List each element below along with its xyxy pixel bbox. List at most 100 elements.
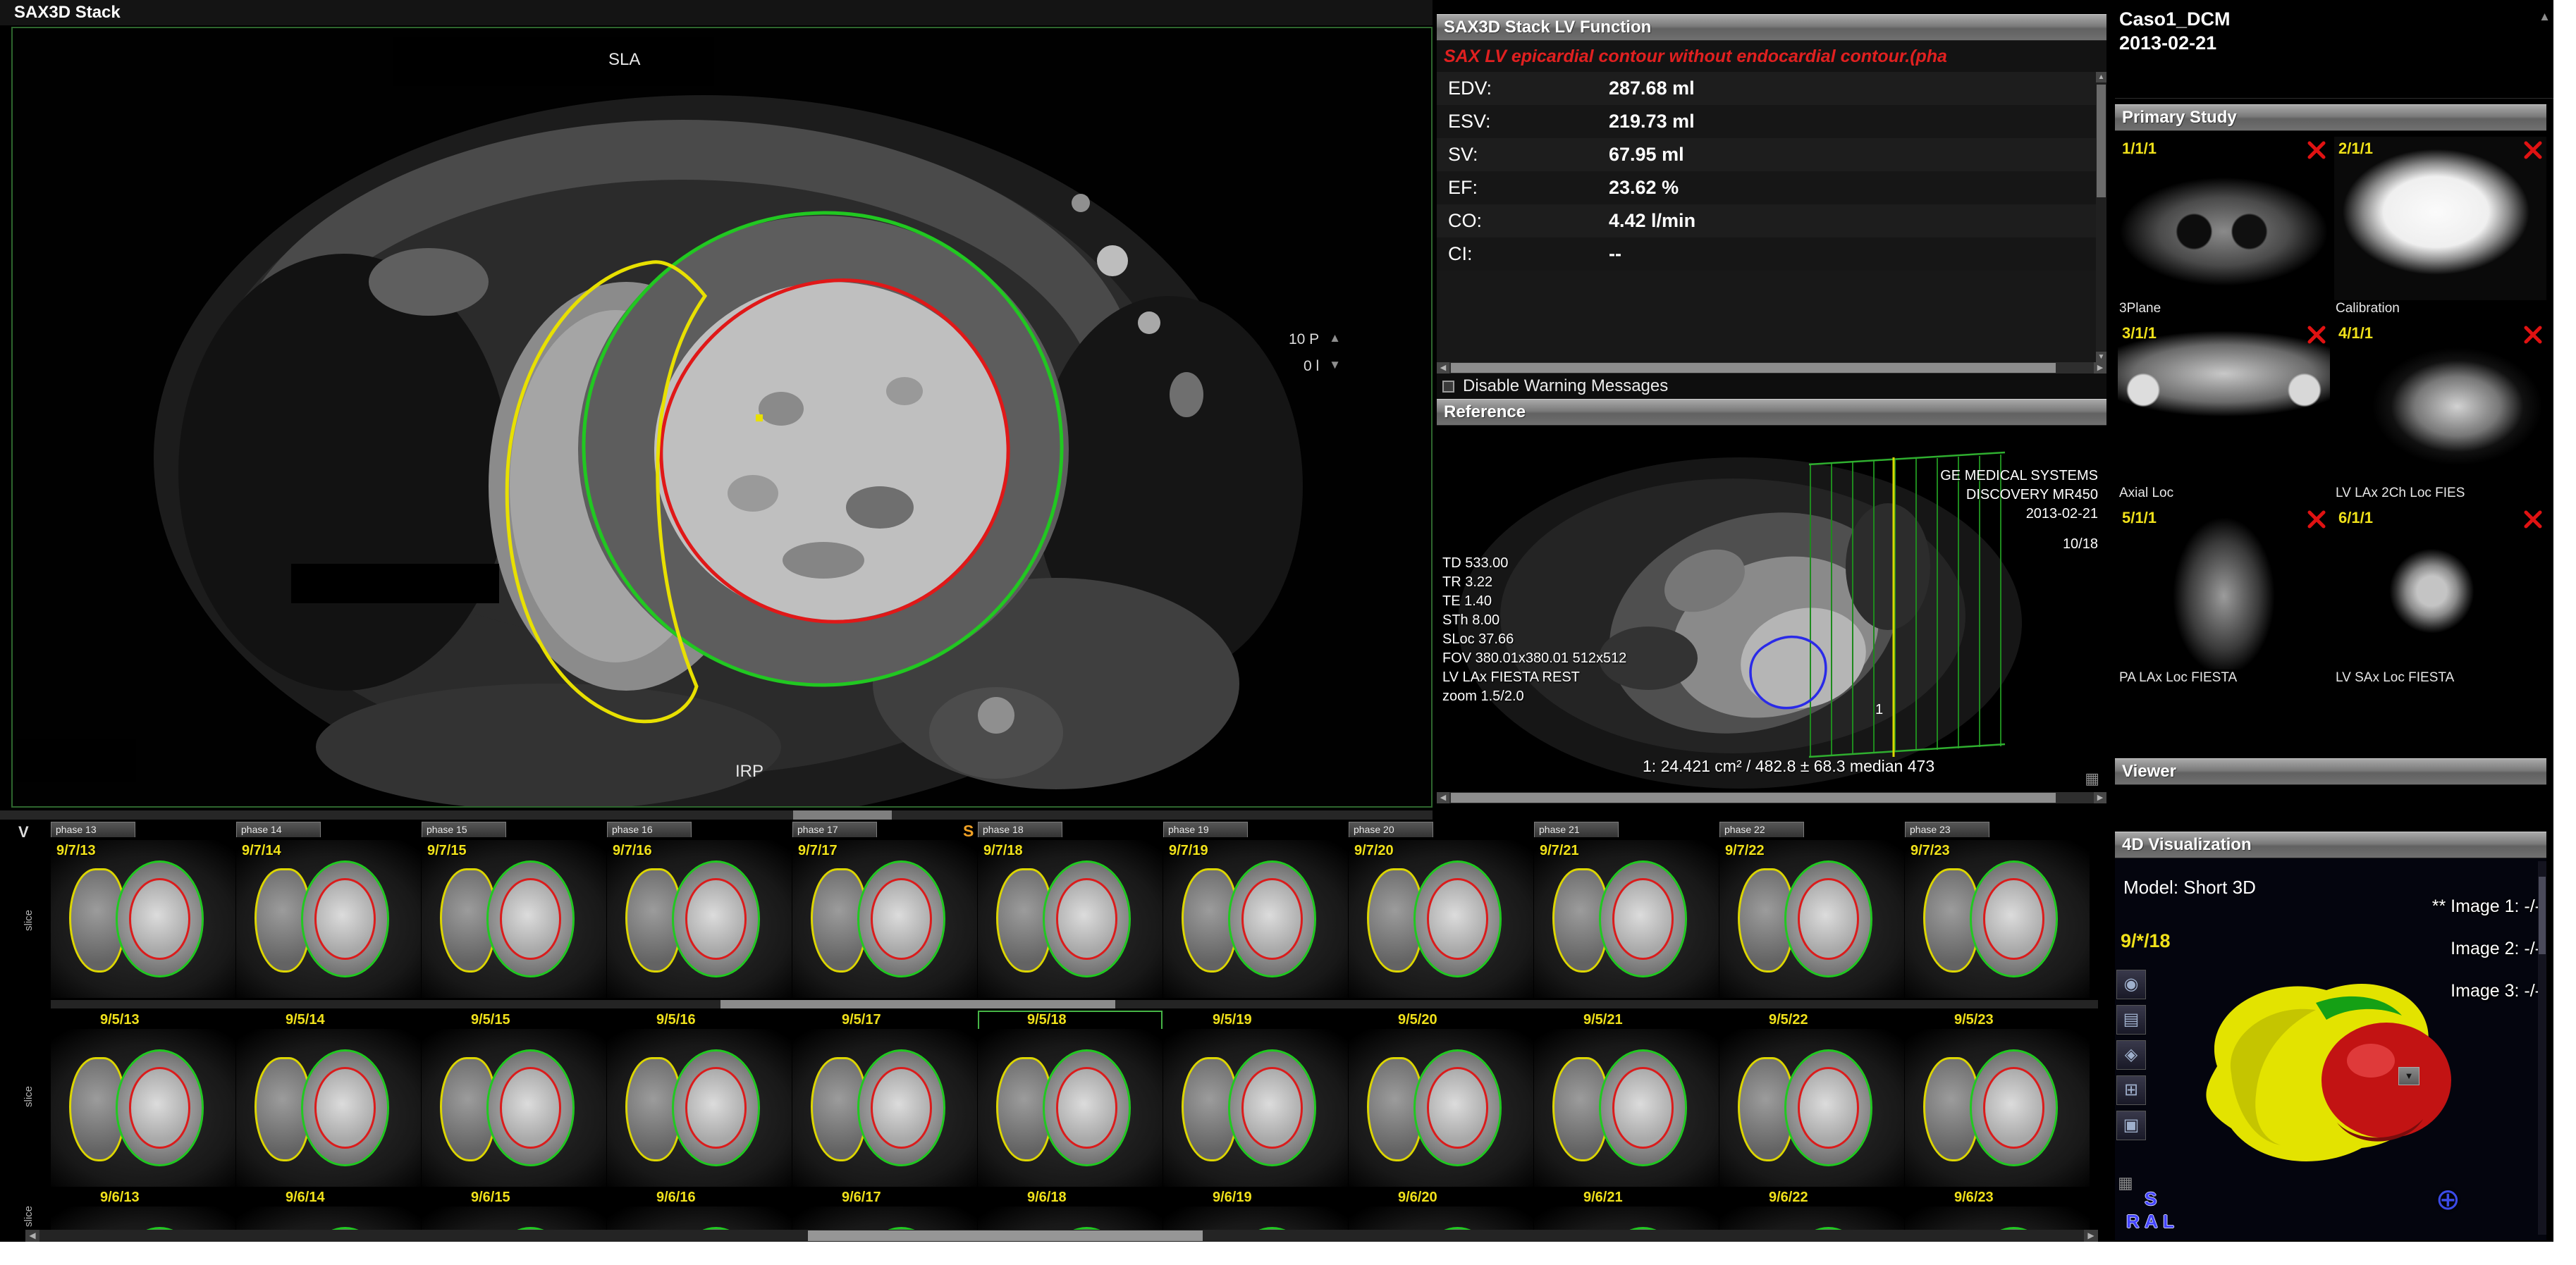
phase-tab[interactable]: phase 15 <box>422 822 506 837</box>
filmstrip-thumb-9-5-22[interactable]: 9/5/22 <box>1719 1011 1904 1187</box>
scroll-left-icon[interactable]: ◀ <box>1437 792 1449 803</box>
rotate-icon[interactable]: ◈ <box>2116 1040 2146 1070</box>
series-thumb-image: 1/1/1 <box>2118 137 2330 300</box>
grid-tool-icon[interactable]: ▣ <box>2116 1111 2146 1140</box>
scale-down-icon[interactable]: ▼ <box>1329 358 1341 375</box>
filmstrip-thumb-9-7-21[interactable]: 9/7/21 <box>1534 840 1719 998</box>
thumb-label: 9/5/15 <box>422 1011 606 1029</box>
reference-horizontal-scrollbar[interactable]: ◀ ▶ <box>1437 792 2106 803</box>
filmstrip-thumb-9-7-18[interactable]: 9/7/18 <box>978 840 1163 998</box>
sidebar-scroll-up-icon[interactable]: ▲ <box>2539 10 2551 24</box>
window-icon[interactable]: ⊞ <box>2116 1075 2146 1105</box>
reject-x-icon[interactable] <box>2307 326 2326 344</box>
phase-tab[interactable]: phase 22 <box>1719 822 1804 837</box>
filmstrip-thumb-9-5-13[interactable]: 9/5/13 <box>51 1011 235 1187</box>
main-viewer-scrollbar[interactable] <box>0 810 1433 820</box>
scale-up-icon[interactable]: ▲ <box>1329 331 1341 348</box>
filmstrip-row-scrollbar-handle[interactable] <box>720 1000 1115 1008</box>
phase-tab[interactable]: phase 13 <box>51 822 135 837</box>
metric-value: 67.95 ml <box>1609 144 1684 166</box>
compass-left: L <box>2163 1211 2174 1233</box>
viz-vertical-scrollbar-handle[interactable] <box>2539 877 2546 954</box>
series-id: 6/1/1 <box>2338 509 2373 527</box>
phase-tab[interactable]: phase 21 <box>1534 822 1619 837</box>
main-viewer-scrollbar-handle[interactable] <box>793 810 892 820</box>
series-thumb-1[interactable]: 1/1/1 3Plane <box>2118 137 2330 317</box>
disable-warning-checkbox[interactable] <box>1442 381 1454 393</box>
phase-tab[interactable]: phase 20 <box>1349 822 1433 837</box>
model-dropdown-icon[interactable]: ▼ <box>2398 1067 2419 1085</box>
filmstrip-thumb-9-5-17[interactable]: 9/5/17 <box>792 1011 977 1187</box>
viz-vertical-scrollbar[interactable] <box>2538 861 2546 1235</box>
scroll-right-icon[interactable]: ▶ <box>2094 362 2106 374</box>
reject-x-icon[interactable] <box>2307 141 2326 159</box>
metric-row-sv: SV: 67.95 ml <box>1437 138 2106 171</box>
main-viewer-titlebar: SAX3D Stack <box>0 0 1433 25</box>
lv-vertical-scrollbar-handle[interactable] <box>2097 85 2106 197</box>
filmstrip-thumb-9-5-18[interactable]: 9/5/18 <box>978 1011 1163 1187</box>
globe-icon[interactable]: ◉ <box>2116 970 2146 999</box>
phase-tab[interactable]: phase 16 <box>607 822 692 837</box>
scroll-up-icon[interactable]: ▲ <box>2096 72 2106 82</box>
phase-tab[interactable]: phase 19 <box>1163 822 1248 837</box>
series-thumb-image: 6/1/1 <box>2334 506 2546 669</box>
viewer-section-header[interactable]: Viewer <box>2115 758 2546 785</box>
filmstrip-thumb-9-7-15[interactable]: 9/7/15 <box>422 840 606 998</box>
image-info-block: ** Image 1: -/- Image 2: -/- Image 3: -/… <box>2432 885 2541 1012</box>
phase-tab[interactable]: phase 23 <box>1905 822 1989 837</box>
scroll-down-icon[interactable]: ▼ <box>2096 352 2106 362</box>
filmstrip-thumb-9-7-17[interactable]: 9/7/17 <box>792 840 977 998</box>
reference-image[interactable]: TD 533.00 TR 3.22 TE 1.40 STh 8.00 SLoc … <box>1437 426 2106 792</box>
layers-icon[interactable]: ▤ <box>2116 1005 2146 1035</box>
thumb-label: 9/6/19 <box>1163 1188 1348 1207</box>
scroll-left-icon[interactable]: ◀ <box>25 1230 39 1242</box>
filmstrip-thumb-9-7-22[interactable]: 9/7/22 <box>1719 840 1904 998</box>
metric-label: ESV: <box>1448 111 1609 132</box>
filmstrip-thumb-9-5-21[interactable]: 9/5/21 <box>1534 1011 1719 1187</box>
phase-tab[interactable]: phase 14 <box>236 822 321 837</box>
series-thumb-2[interactable]: 2/1/1 Calibration <box>2334 137 2546 317</box>
filmstrip-thumb-9-5-16[interactable]: 9/5/16 <box>607 1011 792 1187</box>
reject-x-icon[interactable] <box>2307 510 2326 529</box>
phase-counter: 10/18 <box>1940 535 2098 554</box>
scroll-right-icon[interactable]: ▶ <box>2084 1230 2098 1242</box>
main-viewer[interactable]: SLA IRP 10 P ▲ 0 l ▼ <box>11 27 1433 808</box>
series-thumb-image: 5/1/1 <box>2118 506 2330 669</box>
filmstrip-row-scrollbar[interactable] <box>51 1000 2098 1008</box>
filmstrip-bottom-scrollbar[interactable]: ◀ ▶ <box>25 1230 2098 1242</box>
lv-vertical-scrollbar[interactable]: ▲ ▼ <box>2096 72 2106 362</box>
filmstrip-thumb-9-5-19[interactable]: 9/5/19 <box>1163 1011 1348 1187</box>
visualization-4d-viewport[interactable]: Model: Short 3D 9/*/18 ** Image 1: -/- I… <box>2115 858 2546 1240</box>
lv-horizontal-scrollbar-handle[interactable] <box>1451 363 2056 373</box>
scroll-right-icon[interactable]: ▶ <box>2094 792 2106 803</box>
filmstrip-bottom-scrollbar-handle[interactable] <box>808 1230 1203 1241</box>
filmstrip-thumb-9-5-23[interactable]: 9/5/23 <box>1905 1011 2090 1187</box>
roi-measurement: 1: 24.421 cm² / 482.8 ± 68.3 median 473 <box>1643 757 1934 776</box>
filmstrip-thumb-9-7-14[interactable]: 9/7/14 <box>236 840 421 998</box>
series-thumb-5[interactable]: 5/1/1 PA LAx Loc FIESTA <box>2118 506 2330 686</box>
reject-x-icon[interactable] <box>2524 510 2542 529</box>
study-date: 2013-02-21 <box>2119 31 2553 55</box>
series-thumb-4[interactable]: 4/1/1 LV LAx 2Ch Loc FIES <box>2334 321 2546 502</box>
screen: SAX3D Stack <box>0 0 2576 1265</box>
grid-icon[interactable]: ▦ <box>2085 770 2099 788</box>
phase-tab[interactable]: phase 18 <box>978 822 1062 837</box>
filmstrip-thumb-9-7-16[interactable]: 9/7/16 <box>607 840 792 998</box>
filmstrip-thumb-9-5-14[interactable]: 9/5/14 <box>236 1011 421 1187</box>
filmstrip-thumb-9-7-20[interactable]: 9/7/20 <box>1349 840 1533 998</box>
scanner-info: GE MEDICAL SYSTEMS DISCOVERY MR450 2013-… <box>1940 467 2098 554</box>
reject-x-icon[interactable] <box>2524 326 2542 344</box>
phase-tab[interactable]: phase 17 <box>792 822 877 837</box>
reject-x-icon[interactable] <box>2524 141 2542 159</box>
filmstrip-thumb-9-5-15[interactable]: 9/5/15 <box>422 1011 606 1187</box>
scroll-left-icon[interactable]: ◀ <box>1437 362 1449 374</box>
lv-horizontal-scrollbar[interactable]: ◀ ▶ <box>1437 362 2106 374</box>
filmstrip-thumb-9-7-13[interactable]: 9/7/13 <box>51 840 235 998</box>
filmstrip-thumb-9-7-19[interactable]: 9/7/19 <box>1163 840 1348 998</box>
crosshair-icon[interactable]: ⊕ <box>2436 1182 2460 1216</box>
filmstrip-thumb-9-5-20[interactable]: 9/5/20 <box>1349 1011 1533 1187</box>
series-thumb-6[interactable]: 6/1/1 LV SAx Loc FIESTA <box>2334 506 2546 686</box>
series-thumb-3[interactable]: 3/1/1 Axial Loc <box>2118 321 2330 502</box>
reference-scrollbar-handle[interactable] <box>1451 793 2056 803</box>
filmstrip-thumb-9-7-23[interactable]: 9/7/23 <box>1905 840 2090 998</box>
